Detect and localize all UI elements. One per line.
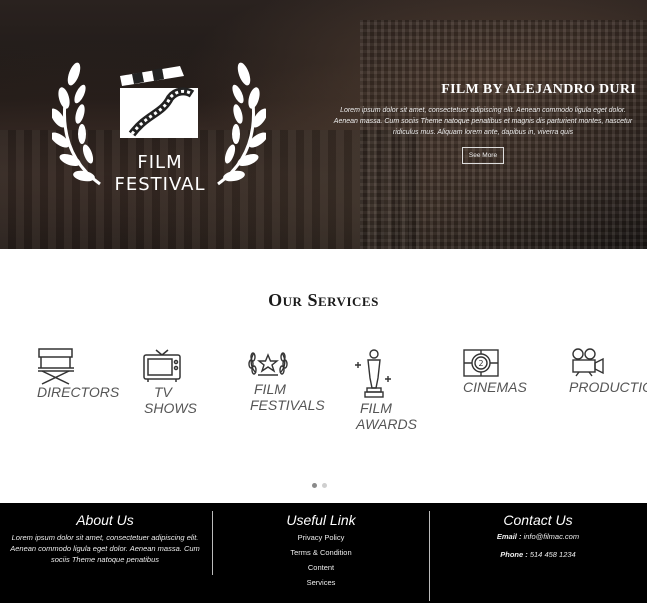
footer-contact: Contact Us Email : info@filmac.com Phone…	[431, 503, 645, 603]
footer-contact-title: Contact Us	[503, 512, 573, 528]
service-film-awards[interactable]: FILM AWARDS	[356, 400, 417, 432]
movie-camera-icon	[572, 348, 604, 377]
service-production[interactable]: PRODUCTIC	[569, 379, 647, 395]
tv-icon	[143, 349, 181, 382]
footer-link-content[interactable]: Content	[214, 560, 428, 575]
carousel-dot-2[interactable]	[322, 483, 327, 488]
logo-text-film: FILM	[137, 152, 183, 173]
hero-title: FILM BY ALEJANDRO DURI	[441, 82, 636, 97]
laurel-star-icon	[248, 352, 288, 376]
footer-links: Useful Link Privacy Policy Terms & Condi…	[214, 503, 428, 603]
footer-link-services[interactable]: Services	[214, 575, 428, 590]
footer-about-text: Lorem ipsum dolor sit amet, consectetuer…	[10, 533, 200, 564]
oscar-statue-icon	[355, 349, 391, 398]
carousel-dot-1[interactable]	[312, 483, 317, 488]
hero-banner: FILM FESTIVAL FILM BY ALEJANDRO DURI Lor…	[0, 0, 647, 249]
svg-text:2: 2	[478, 359, 483, 368]
footer-link-terms[interactable]: Terms & Condition	[214, 545, 428, 560]
service-directors[interactable]: DIRECTORS	[37, 384, 119, 400]
services-title: Our Services	[268, 290, 379, 310]
service-tv-shows[interactable]: TV SHOWS	[144, 384, 197, 416]
footer-about-title: About Us	[76, 512, 134, 528]
see-more-button[interactable]: See More	[462, 147, 504, 164]
footer-about: About Us Lorem ipsum dolor sit amet, con…	[0, 503, 210, 603]
footer-link-privacy[interactable]: Privacy Policy	[214, 530, 428, 545]
footer-links-title: Useful Link	[286, 512, 356, 528]
hero-description: Lorem ipsum dolor sit amet, consectetuer…	[333, 107, 633, 136]
service-film-festivals[interactable]: FILM FESTIVALS	[250, 381, 325, 413]
carousel-pagination	[312, 475, 332, 493]
film-countdown-icon: 2	[463, 349, 499, 377]
footer-divider	[212, 511, 213, 575]
footer: About Us Lorem ipsum dolor sit amet, con…	[0, 503, 647, 603]
footer-email: Email : info@filmac.com	[496, 532, 580, 541]
footer-divider	[429, 511, 430, 601]
service-cinemas[interactable]: CINEMAS	[463, 379, 527, 395]
logo-text-festival: FESTIVAL	[114, 174, 206, 195]
directors-chair-icon	[38, 348, 74, 385]
footer-phone: Phone : 514 458 1234	[500, 550, 576, 559]
